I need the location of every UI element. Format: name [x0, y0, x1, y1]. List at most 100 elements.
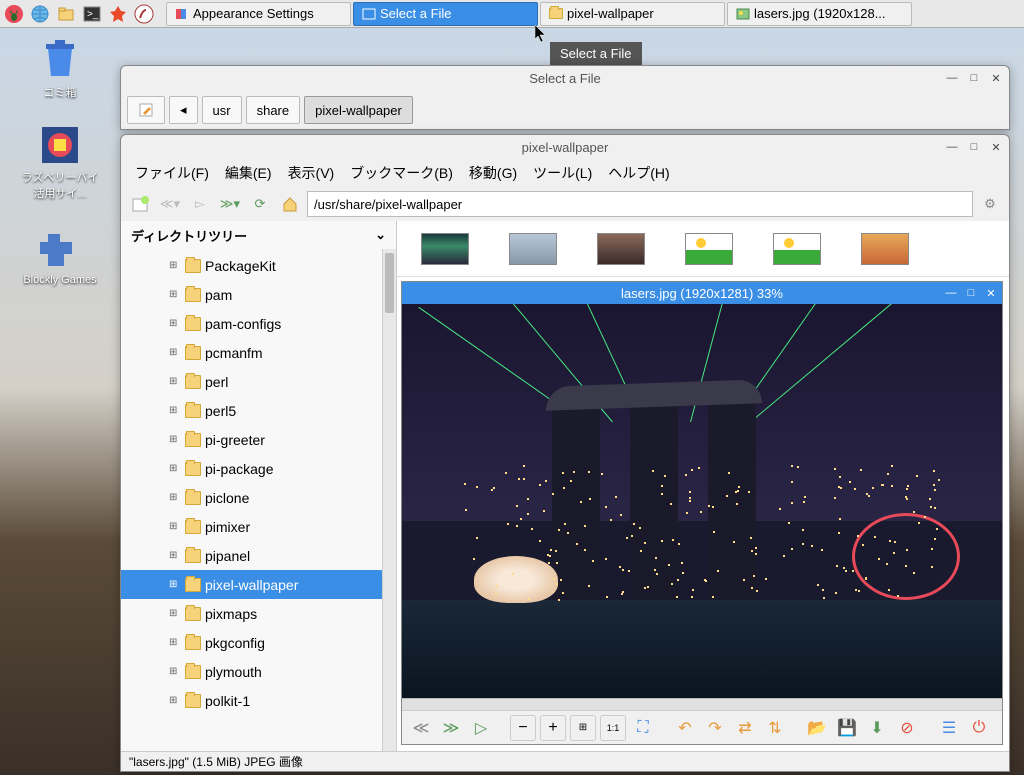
expand-icon[interactable]: ⊞	[169, 260, 181, 271]
tree-header[interactable]: ディレクトリツリー ⌄	[121, 221, 396, 249]
path-segment-share[interactable]: share	[246, 96, 301, 124]
image-canvas[interactable]	[402, 304, 1002, 698]
desktop-book[interactable]: ラズベリーパイ活用サイ...	[20, 125, 100, 201]
menu-edit[interactable]: 編集(E)	[219, 161, 278, 185]
directory-tree[interactable]: ⊞PackageKit⊞pam⊞pam-configs⊞pcmanfm⊞perl…	[121, 249, 396, 751]
mathematica-icon[interactable]	[106, 2, 130, 26]
taskbar-select-file[interactable]: Select a File	[353, 2, 538, 26]
delete-icon[interactable]: ⊘	[894, 715, 920, 741]
tree-item-perl[interactable]: ⊞perl	[121, 367, 396, 396]
tree-item-pixmaps[interactable]: ⊞pixmaps	[121, 599, 396, 628]
desktop-trash[interactable]: ゴミ箱	[20, 40, 100, 100]
zoom-100-icon[interactable]: 1:1	[600, 715, 626, 741]
zoom-out-icon[interactable]: −	[510, 715, 536, 741]
thumb-aurora[interactable]	[421, 233, 469, 265]
minimize-icon[interactable]: —	[944, 286, 958, 300]
tree-item-pam[interactable]: ⊞pam	[121, 280, 396, 309]
menu-icon[interactable]	[2, 2, 26, 26]
menu-help[interactable]: ヘルプ(H)	[602, 161, 675, 185]
expand-icon[interactable]: ⊞	[169, 492, 181, 503]
web-icon[interactable]	[28, 2, 52, 26]
titlebar[interactable]: Select a File — □ ✕	[121, 66, 1009, 90]
new-tab-icon[interactable]	[127, 191, 153, 217]
tree-item-pixel-wallpaper[interactable]: ⊞pixel-wallpaper	[121, 570, 396, 599]
expand-icon[interactable]: ⊞	[169, 666, 181, 677]
tree-item-plymouth[interactable]: ⊞plymouth	[121, 657, 396, 686]
thumb-placeholder-1[interactable]	[685, 233, 733, 265]
tree-item-pipanel[interactable]: ⊞pipanel	[121, 541, 396, 570]
tree-item-PackageKit[interactable]: ⊞PackageKit	[121, 251, 396, 280]
path-segment-pixel-wallpaper[interactable]: pixel-wallpaper	[304, 96, 413, 124]
image-viewer-titlebar[interactable]: lasers.jpg (1920x1281) 33% — □ ✕	[402, 282, 1002, 304]
tree-item-pkgconfig[interactable]: ⊞pkgconfig	[121, 628, 396, 657]
edit-path-icon[interactable]	[127, 96, 165, 124]
save-icon[interactable]: 💾	[834, 715, 860, 741]
expand-icon[interactable]: ⊞	[169, 434, 181, 445]
fullscreen-icon[interactable]: ⛶	[630, 715, 656, 741]
back-icon[interactable]: ≪▾	[157, 191, 183, 217]
expand-icon[interactable]: ⊞	[169, 579, 181, 590]
menu-view[interactable]: 表示(V)	[282, 161, 341, 185]
titlebar[interactable]: pixel-wallpaper — □ ✕	[121, 135, 1009, 159]
tree-item-pi-greeter[interactable]: ⊞pi-greeter	[121, 425, 396, 454]
tree-item-piclone[interactable]: ⊞piclone	[121, 483, 396, 512]
desktop-blockly[interactable]: Blockly Games	[20, 230, 100, 286]
menu-bookmarks[interactable]: ブックマーク(B)	[344, 161, 459, 185]
flip-v-icon[interactable]: ⇅	[762, 715, 788, 741]
zoom-in-icon[interactable]: +	[540, 715, 566, 741]
expand-icon[interactable]: ⊞	[169, 347, 181, 358]
taskbar-pixel-wallpaper[interactable]: pixel-wallpaper	[540, 2, 725, 26]
rotate-left-icon[interactable]: ↶	[672, 715, 698, 741]
taskbar-appearance-settings[interactable]: Appearance Settings	[166, 2, 351, 26]
address-input[interactable]	[307, 191, 973, 217]
flip-h-icon[interactable]: ⇄	[732, 715, 758, 741]
expand-icon[interactable]: ⊞	[169, 289, 181, 300]
thumb-placeholder-2[interactable]	[773, 233, 821, 265]
next-icon[interactable]: ≫	[438, 715, 464, 741]
zoom-fit-icon[interactable]: ⊞	[570, 715, 596, 741]
thumb-bridge[interactable]	[597, 233, 645, 265]
reload-icon[interactable]: ⟳	[247, 191, 273, 217]
minimize-icon[interactable]: —	[945, 71, 959, 85]
expand-icon[interactable]: ⊞	[169, 608, 181, 619]
play-icon[interactable]: ▷	[468, 715, 494, 741]
menu-tools[interactable]: ツール(L)	[527, 161, 598, 185]
tree-item-pi-package[interactable]: ⊞pi-package	[121, 454, 396, 483]
rotate-right-icon[interactable]: ↷	[702, 715, 728, 741]
forward-icon[interactable]: ▻	[187, 191, 213, 217]
terminal-icon[interactable]: >_	[80, 2, 104, 26]
maximize-icon[interactable]: □	[967, 71, 981, 85]
thumb-balloons[interactable]	[509, 233, 557, 265]
minimize-icon[interactable]: —	[945, 140, 959, 154]
tree-item-pam-configs[interactable]: ⊞pam-configs	[121, 309, 396, 338]
tree-item-pimixer[interactable]: ⊞pimixer	[121, 512, 396, 541]
expand-icon[interactable]: ⊞	[169, 405, 181, 416]
close-icon[interactable]: ✕	[984, 286, 998, 300]
menu-file[interactable]: ファイル(F)	[129, 161, 215, 185]
saveas-icon[interactable]: ⬇	[864, 715, 890, 741]
go-icon[interactable]: ⚙	[977, 191, 1003, 217]
path-segment-usr[interactable]: usr	[202, 96, 242, 124]
menu-go[interactable]: 移動(G)	[463, 161, 523, 185]
tree-item-pcmanfm[interactable]: ⊞pcmanfm	[121, 338, 396, 367]
exit-icon[interactable]: ⏻	[966, 715, 992, 741]
maximize-icon[interactable]: □	[964, 286, 978, 300]
prev-icon[interactable]: ≪	[408, 715, 434, 741]
preferences-icon[interactable]: ☰	[936, 715, 962, 741]
files-icon[interactable]	[54, 2, 78, 26]
pathbar-gap-icon[interactable]: ◂	[169, 96, 198, 124]
maximize-icon[interactable]: □	[967, 140, 981, 154]
home-icon[interactable]	[277, 191, 303, 217]
expand-icon[interactable]: ⊞	[169, 521, 181, 532]
expand-icon[interactable]: ⊞	[169, 463, 181, 474]
expand-icon[interactable]: ⊞	[169, 376, 181, 387]
chevron-down-icon[interactable]: ⌄	[375, 227, 386, 243]
scrollbar-horizontal[interactable]	[402, 698, 1002, 710]
close-icon[interactable]: ✕	[989, 71, 1003, 85]
app-icon[interactable]	[132, 2, 156, 26]
close-icon[interactable]: ✕	[989, 140, 1003, 154]
taskbar-lasers-image[interactable]: lasers.jpg (1920x128...	[727, 2, 912, 26]
thumb-sunset[interactable]	[861, 233, 909, 265]
scrollbar[interactable]	[382, 249, 396, 751]
tree-item-polkit-1[interactable]: ⊞polkit-1	[121, 686, 396, 715]
